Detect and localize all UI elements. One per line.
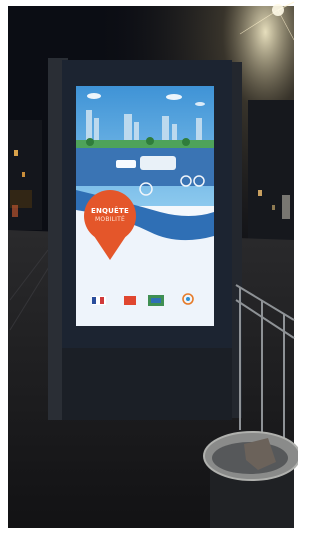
left-street-buildings (8, 120, 42, 230)
night-street-photo (0, 0, 298, 534)
street-trash-bin (203, 431, 298, 528)
advertising-poster (76, 86, 214, 326)
pin-title-text: ENQUÊTE (90, 207, 129, 215)
pin-subtitle-text: MOBILITÉ (95, 216, 125, 223)
right-street-buildings (248, 100, 294, 250)
